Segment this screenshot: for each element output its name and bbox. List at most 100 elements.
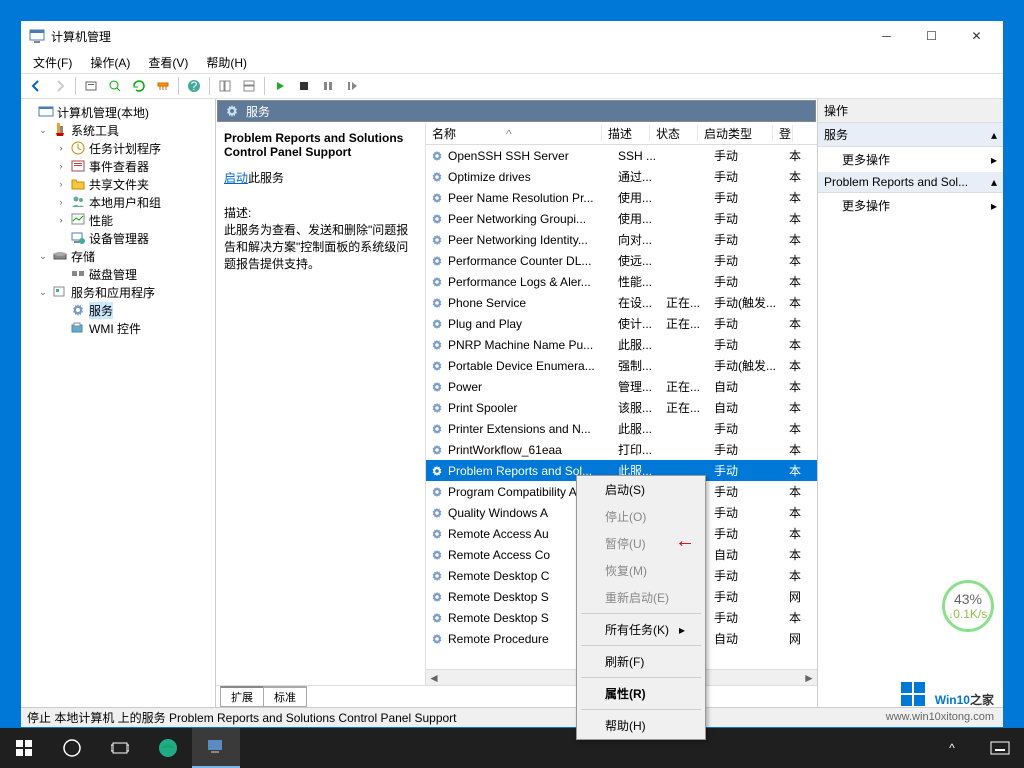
view-tabs: 扩展 标准 [216,685,817,707]
svg-text:?: ? [191,79,198,93]
maximize-button[interactable]: ☐ [909,22,954,50]
titlebar: 计算机管理 ─ ☐ ✕ [21,21,1003,51]
col-state[interactable]: 状态 [650,125,698,142]
toolbar-btn[interactable] [238,75,260,97]
toolbar-btn[interactable] [104,75,126,97]
service-row[interactable]: Peer Name Resolution Pr...使用...手动本 [426,187,817,208]
col-logon[interactable]: 登 [773,125,793,142]
service-row[interactable]: Performance Counter DL...使远...手动本 [426,250,817,271]
ctx-start[interactable]: 启动(S) [577,476,705,503]
forward-button[interactable] [49,75,71,97]
context-menu: 启动(S) 停止(O) 暂停(U) 恢复(M) 重新启动(E) 所有任务(K)▸… [576,475,706,740]
ctx-resume: 恢复(M) [577,557,705,584]
desc-label: 描述: [224,204,417,221]
menu-action[interactable]: 操作(A) [82,52,138,73]
restart-button[interactable] [341,75,363,97]
app-icon [29,28,45,44]
service-row[interactable]: Phone Service在设...正在...手动(触发...本 [426,292,817,313]
list-header[interactable]: 名称^ 描述 状态 启动类型 登 [426,123,817,145]
task-view-button[interactable] [96,728,144,768]
tree-storage[interactable]: 存储 [71,248,95,265]
cortana-button[interactable] [48,728,96,768]
ctx-refresh[interactable]: 刷新(F) [577,648,705,675]
tree-performance[interactable]: 性能 [89,212,113,229]
service-row[interactable]: Printer Extensions and N...此服...手动本 [426,418,817,439]
tree-device-manager[interactable]: 设备管理器 [89,230,149,247]
ctx-restart: 重新启动(E) [577,584,705,611]
service-row[interactable]: PrintWorkflow_61eaa打印...手动本 [426,439,817,460]
service-row[interactable]: Optimize drives通过...手动本 [426,166,817,187]
taskbar[interactable]: ^ [0,728,1024,768]
toolbar-btn[interactable] [128,75,150,97]
tree-shared-folders[interactable]: 共享文件夹 [89,176,149,193]
meter-speed: ↓0.1K/s [949,607,988,621]
tree-disk-mgmt[interactable]: 磁盘管理 [89,266,137,283]
tree-system-tools[interactable]: 系统工具 [71,122,119,139]
col-start[interactable]: 启动类型 [698,125,773,142]
service-row[interactable]: Print Spooler该服...正在...自动本 [426,397,817,418]
actions-group-services[interactable]: 服务▴ [818,123,1003,147]
actions-group-selected[interactable]: Problem Reports and Sol...▴ [818,172,1003,193]
service-row[interactable]: OpenSSH SSH ServerSSH ...手动本 [426,145,817,166]
windows-logo-icon [899,680,927,708]
help-button[interactable]: ? [183,75,205,97]
watermark: Win10之家 www.win10xitong.com [886,679,994,723]
tree-wmi[interactable]: WMI 控件 [89,320,141,337]
start-link[interactable]: 启动 [224,171,248,185]
annotation-arrow: ← [675,530,695,553]
tree-local-users[interactable]: 本地用户和组 [89,194,161,211]
menu-help[interactable]: 帮助(H) [198,52,255,73]
service-row[interactable]: Peer Networking Groupi...使用...手动本 [426,208,817,229]
service-row[interactable]: Peer Networking Identity...向对...手动本 [426,229,817,250]
network-meter[interactable]: 43% ↓0.1K/s [942,580,994,632]
taskbar-edge[interactable] [144,728,192,768]
ctx-stop: 停止(O) [577,503,705,530]
tray-up[interactable]: ^ [928,728,976,768]
tray-keyboard[interactable] [976,728,1024,768]
service-row[interactable]: Portable Device Enumera...强制...手动(触发...本 [426,355,817,376]
toolbar-btn[interactable] [152,75,174,97]
toolbar-btn[interactable] [80,75,102,97]
ctx-properties[interactable]: 属性(R) [577,680,705,707]
start-button[interactable] [0,728,48,768]
desc-text: 此服务为查看、发送和删除"问题报告和解决方案"控制面板的系统级问题报告提供支持。 [224,221,417,272]
service-row[interactable]: Plug and Play使计...正在...手动本 [426,313,817,334]
tree-services-apps[interactable]: 服务和应用程序 [71,284,155,301]
toolbar: ? [21,73,1003,99]
tree-root[interactable]: 计算机管理(本地) [57,104,149,121]
actions-more[interactable]: 更多操作▸ [818,147,1003,172]
menu-view[interactable]: 查看(V) [140,52,196,73]
app-window: 计算机管理 ─ ☐ ✕ 文件(F) 操作(A) 查看(V) 帮助(H) ? 计算 [20,20,1004,728]
services-header: 服务 [217,100,816,122]
ctx-all-tasks[interactable]: 所有任务(K)▸ [577,616,705,643]
col-desc[interactable]: 描述 [602,125,650,142]
service-row[interactable]: Power管理...正在...自动本 [426,376,817,397]
menubar: 文件(F) 操作(A) 查看(V) 帮助(H) [21,51,1003,73]
tree-task-scheduler[interactable]: 任务计划程序 [89,140,161,157]
play-button[interactable] [269,75,291,97]
detail-service-name: Problem Reports and Solutions Control Pa… [224,131,417,159]
meter-percent: 43% [954,591,982,607]
col-name[interactable]: 名称^ [426,125,602,142]
tree-services[interactable]: 服务 [89,302,113,319]
tree-event-viewer[interactable]: 事件查看器 [89,158,149,175]
nav-tree[interactable]: 计算机管理(本地) ⌄系统工具 ›任务计划程序 ›事件查看器 ›共享文件夹 ›本… [21,99,216,707]
tab-extended[interactable]: 扩展 [220,686,264,707]
gear-icon [224,103,240,119]
taskbar-mmc[interactable] [192,728,240,768]
stop-button[interactable] [293,75,315,97]
window-title: 计算机管理 [51,28,864,45]
actions-more[interactable]: 更多操作▸ [818,193,1003,218]
ctx-help[interactable]: 帮助(H) [577,712,705,739]
service-row[interactable]: PNRP Machine Name Pu...此服...手动本 [426,334,817,355]
menu-file[interactable]: 文件(F) [25,52,80,73]
close-button[interactable]: ✕ [954,22,999,50]
minimize-button[interactable]: ─ [864,22,909,50]
statusbar: 停止 本地计算机 上的服务 Problem Reports and Soluti… [21,707,1003,727]
toolbar-btn[interactable] [214,75,236,97]
tab-standard[interactable]: 标准 [263,686,307,707]
service-detail-pane: Problem Reports and Solutions Control Pa… [216,123,426,685]
service-row[interactable]: Performance Logs & Aler...性能...手动本 [426,271,817,292]
back-button[interactable] [25,75,47,97]
pause-button[interactable] [317,75,339,97]
